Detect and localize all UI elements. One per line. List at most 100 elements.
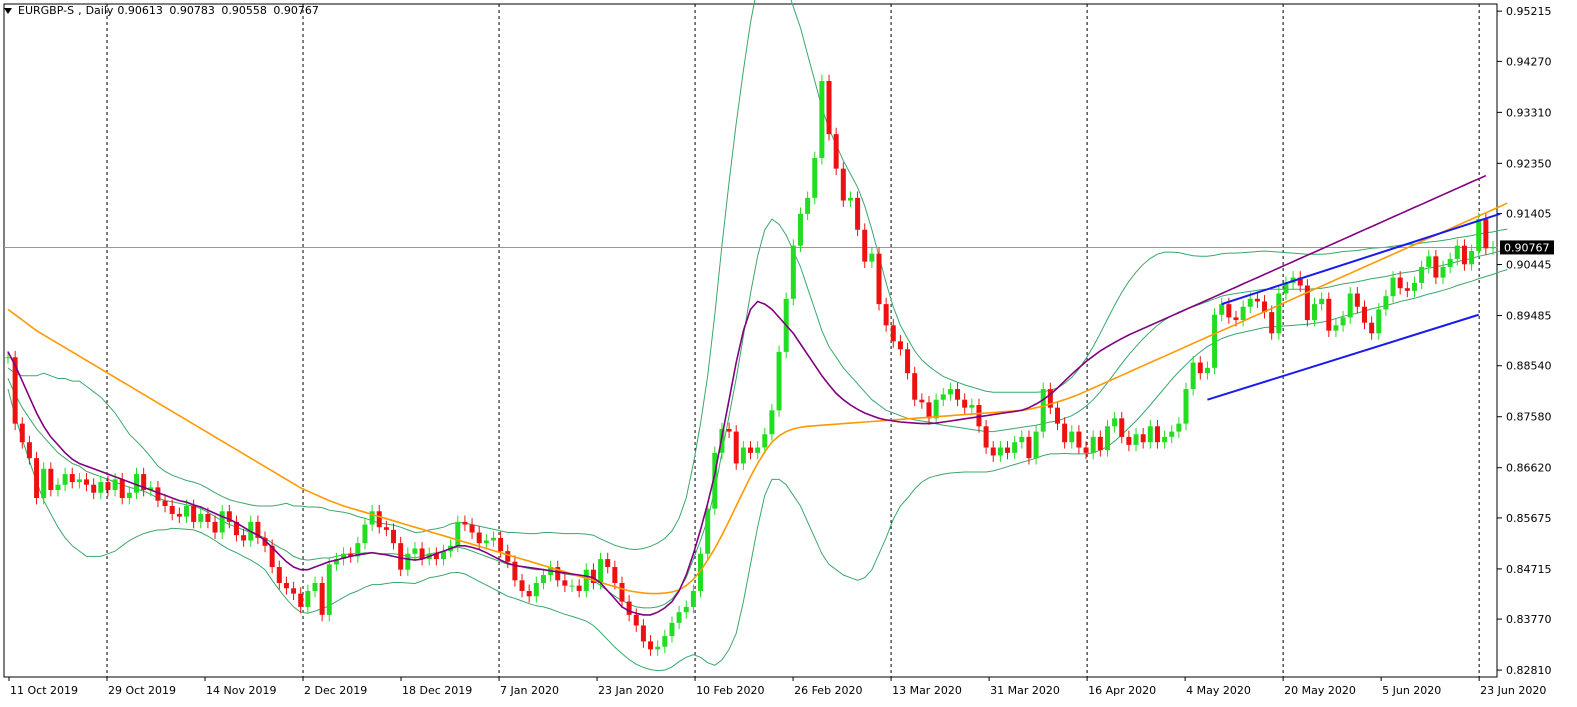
- bear-candle: [648, 641, 654, 650]
- bear-candle: [241, 535, 247, 541]
- y-tick-label: 0.82810: [1506, 664, 1552, 677]
- bear-candle: [276, 567, 282, 583]
- bull-candle: [1019, 436, 1025, 443]
- bear-candle: [833, 134, 839, 169]
- bull-candle: [1212, 314, 1218, 368]
- bull-candle: [183, 505, 189, 517]
- current-price-label: 0.90767: [1504, 241, 1550, 254]
- bull-candle: [1112, 418, 1118, 427]
- bull-candle: [819, 81, 825, 159]
- bear-candle: [1140, 434, 1146, 443]
- plot-frame: [3, 3, 1498, 678]
- x-tick-label: 11 Oct 2019: [10, 684, 78, 697]
- bull-candle: [683, 606, 689, 613]
- bear-candle: [398, 543, 404, 570]
- bear-candle: [990, 447, 996, 456]
- bear-candle: [1304, 285, 1310, 321]
- bull-candle: [362, 524, 368, 544]
- bear-candle: [205, 513, 211, 522]
- bull-candle: [455, 521, 461, 546]
- x-tick-label: 4 May 2020: [1186, 684, 1251, 697]
- bull-candle: [1240, 306, 1246, 321]
- bull-candle: [1454, 245, 1460, 259]
- bull-candle: [1383, 296, 1389, 310]
- price-chart[interactable]: 0.95215 0.94270 0.93310 0.92350 0.91405 0.904…: [0, 0, 1577, 707]
- bear-candle: [1254, 298, 1260, 302]
- bull-candle: [940, 394, 946, 400]
- bear-candle: [191, 505, 197, 522]
- y-tick-label: 0.94270: [1506, 55, 1552, 68]
- bear-candle: [983, 426, 989, 448]
- bear-candle: [212, 521, 218, 533]
- bear-candle: [919, 399, 925, 403]
- bear-candle: [19, 423, 25, 443]
- bear-candle: [1404, 288, 1410, 291]
- bull-candle: [312, 582, 318, 591]
- bull-candle: [1069, 431, 1075, 443]
- bear-candle: [1197, 362, 1203, 374]
- bull-candle: [1162, 436, 1168, 443]
- y-tick-label: 0.86620: [1506, 462, 1552, 475]
- bull-candle: [1219, 304, 1225, 315]
- bull-candle: [1376, 309, 1382, 334]
- bear-candle: [640, 625, 646, 642]
- x-tick-label: 31 Mar 2020: [990, 684, 1060, 697]
- bear-candle: [376, 511, 382, 528]
- bull-candle: [969, 405, 975, 408]
- bull-candle: [1447, 258, 1453, 267]
- bull-candle: [76, 479, 82, 483]
- bear-candle: [612, 567, 618, 583]
- bull-candle: [1204, 367, 1210, 374]
- bull-candle: [1040, 389, 1046, 432]
- chart-window[interactable]: EURGBP-S, Daily 0.90613 0.90783 0.90558 0…: [0, 0, 1577, 707]
- bear-candle: [862, 229, 868, 262]
- bull-candle: [326, 564, 332, 615]
- bear-candle: [526, 590, 532, 597]
- bear-candle: [855, 197, 861, 230]
- y-tick-label: 0.90445: [1506, 259, 1552, 272]
- bear-candle: [576, 585, 582, 591]
- bull-candle: [655, 646, 661, 650]
- bull-candle: [1147, 426, 1153, 443]
- x-tick-label: 26 Feb 2020: [794, 684, 862, 697]
- bull-candle: [662, 636, 668, 647]
- bear-candle: [905, 349, 911, 374]
- bear-candle: [626, 601, 632, 615]
- bull-candle: [412, 548, 418, 554]
- bear-candle: [619, 582, 625, 602]
- bull-candle: [690, 590, 696, 607]
- bull-candle: [1133, 434, 1139, 445]
- bear-candle: [840, 168, 846, 201]
- bear-candle: [462, 521, 468, 525]
- x-tick-label: 18 Dec 2019: [402, 684, 472, 697]
- bear-candle: [419, 548, 425, 560]
- bear-candle: [1005, 447, 1011, 453]
- slow-moving-average: [7, 202, 1508, 595]
- bear-candle: [469, 524, 475, 533]
- bull-candle: [569, 585, 575, 587]
- bear-candle: [1154, 426, 1160, 443]
- bull-candle: [705, 508, 711, 554]
- bear-candle: [1233, 317, 1239, 321]
- bear-candle: [1397, 277, 1403, 289]
- bear-candle: [84, 479, 90, 485]
- x-tick-label: 29 Oct 2019: [108, 684, 176, 697]
- bull-candle: [847, 197, 853, 201]
- bear-candle: [169, 505, 175, 514]
- bull-candle: [41, 468, 47, 498]
- x-tick-label: 10 Feb 2020: [696, 684, 764, 697]
- bear-candle: [176, 513, 182, 517]
- bear-candle: [519, 580, 525, 591]
- bear-candle: [1083, 447, 1089, 453]
- bull-candle: [490, 537, 496, 541]
- bear-candle: [34, 458, 40, 498]
- bull-candle: [1033, 431, 1039, 459]
- bull-candle: [669, 622, 675, 637]
- bull-candle: [1169, 431, 1175, 437]
- bear-candle: [391, 529, 397, 544]
- bear-candle: [119, 479, 125, 498]
- bull-candle: [1190, 362, 1196, 390]
- bear-candle: [1326, 298, 1332, 331]
- bull-candle: [997, 447, 1003, 456]
- bull-candle: [1476, 219, 1482, 251]
